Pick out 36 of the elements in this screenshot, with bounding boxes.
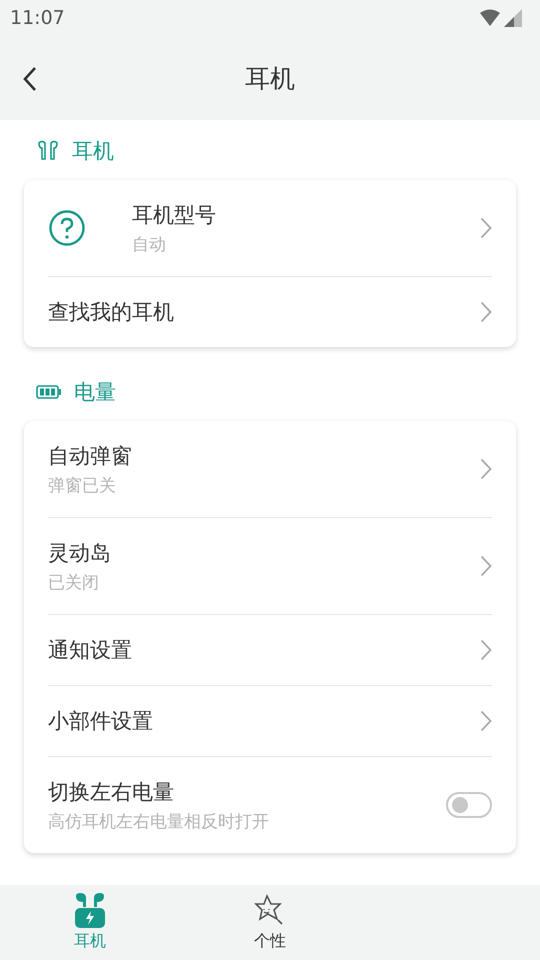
battery-icon bbox=[36, 385, 62, 399]
row-title: 小部件设置 bbox=[48, 708, 154, 735]
settings-row[interactable]: 切换左右电量 高仿耳机左右电量相反时打开 bbox=[48, 756, 492, 853]
wifi-icon bbox=[480, 9, 500, 27]
status-time: 11:07 bbox=[10, 7, 65, 29]
row-title: 查找我的耳机 bbox=[48, 299, 175, 326]
nav-tab[interactable]: 个性 bbox=[180, 885, 360, 960]
row-title: 切换左右电量 bbox=[48, 778, 175, 806]
chevron-icon bbox=[480, 458, 492, 480]
row-title: 自动弹窗 bbox=[48, 442, 133, 470]
signal-icon bbox=[504, 9, 522, 27]
section-title: 电量 bbox=[74, 379, 116, 406]
settings-row[interactable]: 自动弹窗 弹窗已关 bbox=[48, 421, 492, 517]
row-subtitle: 已关闭 bbox=[48, 572, 100, 594]
row-subtitle: 自动 bbox=[132, 234, 167, 256]
chevron-icon bbox=[480, 639, 492, 661]
earbuds-icon bbox=[36, 140, 60, 162]
row-title: 耳机型号 bbox=[132, 202, 217, 228]
row-subtitle: 弹窗已关 bbox=[48, 474, 117, 496]
section-title: 耳机 bbox=[72, 138, 114, 165]
row-title: 通知设置 bbox=[48, 637, 133, 664]
settings-row[interactable]: 耳机型号 自动 bbox=[48, 180, 492, 276]
chevron-icon bbox=[480, 301, 492, 323]
settings-row[interactable]: 灵动岛 已关闭 bbox=[48, 517, 492, 614]
chevron-icon bbox=[480, 217, 492, 239]
settings-row[interactable]: 小部件设置 bbox=[48, 685, 492, 756]
page-title: 耳机 bbox=[245, 62, 295, 94]
help-icon bbox=[48, 209, 86, 247]
earbuds-case-icon bbox=[73, 893, 107, 929]
row-subtitle: 高仿耳机左右电量相反时打开 bbox=[48, 810, 270, 832]
chevron-icon bbox=[480, 555, 492, 577]
row-title: 灵动岛 bbox=[48, 540, 112, 566]
settings-row[interactable]: 通知设置 bbox=[48, 614, 492, 685]
settings-row[interactable]: 查找我的耳机 bbox=[48, 276, 492, 347]
toggle-switch[interactable] bbox=[446, 792, 492, 818]
chevron-icon bbox=[480, 710, 492, 732]
